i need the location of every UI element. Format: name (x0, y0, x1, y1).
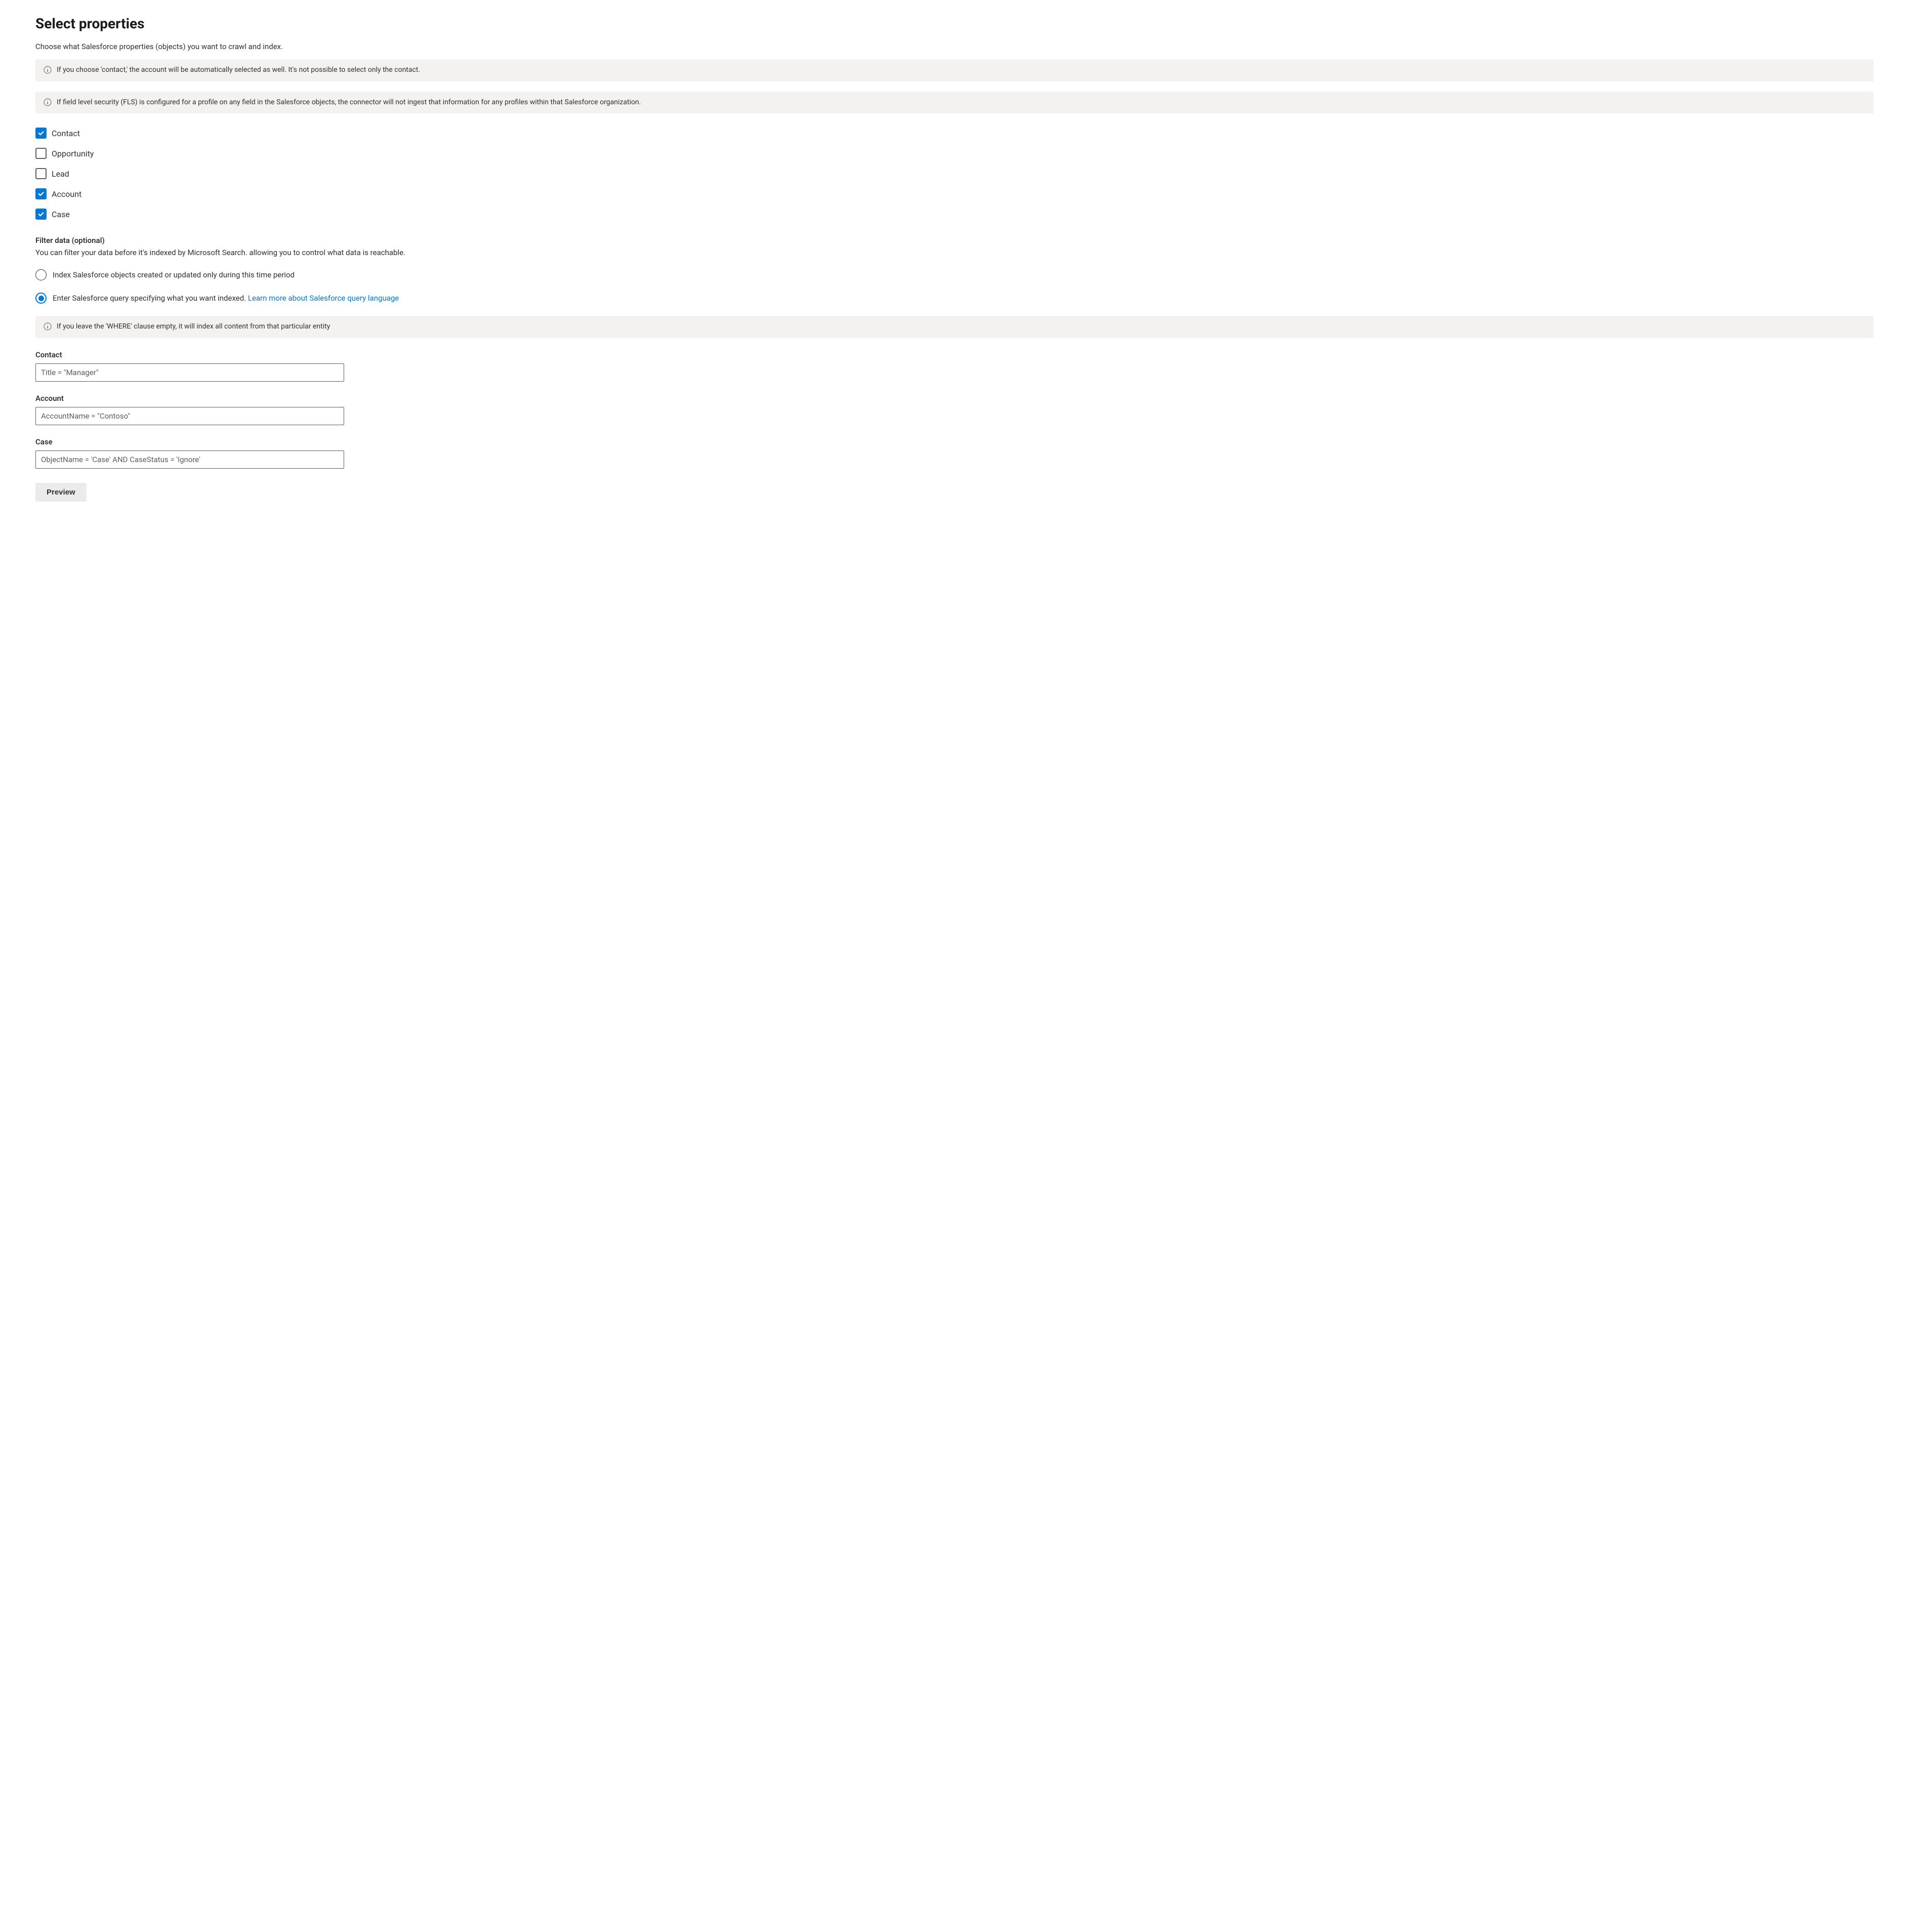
checkbox-label: Account (52, 189, 81, 199)
checkbox-label: Lead (52, 169, 69, 179)
query-block-account: Account (35, 394, 1874, 425)
info-icon (44, 66, 52, 74)
checkbox-case[interactable]: Case (35, 209, 1874, 220)
radio-label-text: Enter Salesforce query specifying what y… (53, 294, 246, 303)
query-block-case: Case (35, 437, 1874, 469)
info-icon (44, 322, 52, 331)
info-banner-contact: If you choose 'contact,' the account wil… (35, 59, 1874, 81)
checkbox-label: Opportunity (52, 149, 94, 158)
query-block-contact: Contact (35, 350, 1874, 382)
checkbox-account[interactable]: Account (35, 188, 1874, 199)
info-text: If you choose 'contact,' the account wil… (57, 65, 420, 75)
radio-time-period[interactable]: Index Salesforce objects created or upda… (35, 269, 1874, 280)
filter-heading: Filter data (optional) (35, 236, 1874, 245)
query-label: Account (35, 394, 1874, 403)
radio-label: Index Salesforce objects created or upda… (53, 270, 295, 279)
info-icon (44, 98, 52, 106)
object-checkbox-list: Contact Opportunity Lead Account Case (35, 128, 1874, 220)
page-title: Select properties (35, 15, 1874, 32)
checkbox-box[interactable] (35, 209, 47, 220)
checkbox-lead[interactable]: Lead (35, 168, 1874, 179)
checkbox-label: Case (52, 210, 70, 219)
query-label: Case (35, 437, 1874, 446)
radio-query[interactable]: Enter Salesforce query specifying what y… (35, 293, 1874, 304)
query-input-case[interactable] (35, 450, 344, 469)
checkbox-box[interactable] (35, 128, 47, 139)
info-text: If field level security (FLS) is configu… (57, 98, 641, 108)
learn-more-link[interactable]: Learn more about Salesforce query langua… (248, 294, 399, 303)
checkbox-box[interactable] (35, 148, 47, 159)
info-banner-where: If you leave the 'WHERE' clause empty, i… (35, 316, 1874, 338)
checkbox-label: Contact (52, 129, 80, 138)
preview-button[interactable]: Preview (35, 483, 87, 502)
radio-label: Enter Salesforce query specifying what y… (53, 294, 399, 303)
checkbox-opportunity[interactable]: Opportunity (35, 148, 1874, 159)
checkbox-contact[interactable]: Contact (35, 128, 1874, 139)
info-banner-fls: If field level security (FLS) is configu… (35, 92, 1874, 114)
query-input-contact[interactable] (35, 363, 344, 382)
filter-description: You can filter your data before it's ind… (35, 248, 1874, 257)
query-label: Contact (35, 350, 1874, 359)
query-input-account[interactable] (35, 407, 344, 425)
radio-circle[interactable] (35, 269, 47, 280)
checkbox-box[interactable] (35, 188, 47, 199)
checkbox-box[interactable] (35, 168, 47, 179)
info-text: If you leave the 'WHERE' clause empty, i… (57, 322, 330, 332)
radio-circle[interactable] (35, 293, 47, 304)
page-subtitle: Choose what Salesforce properties (objec… (35, 42, 1874, 51)
